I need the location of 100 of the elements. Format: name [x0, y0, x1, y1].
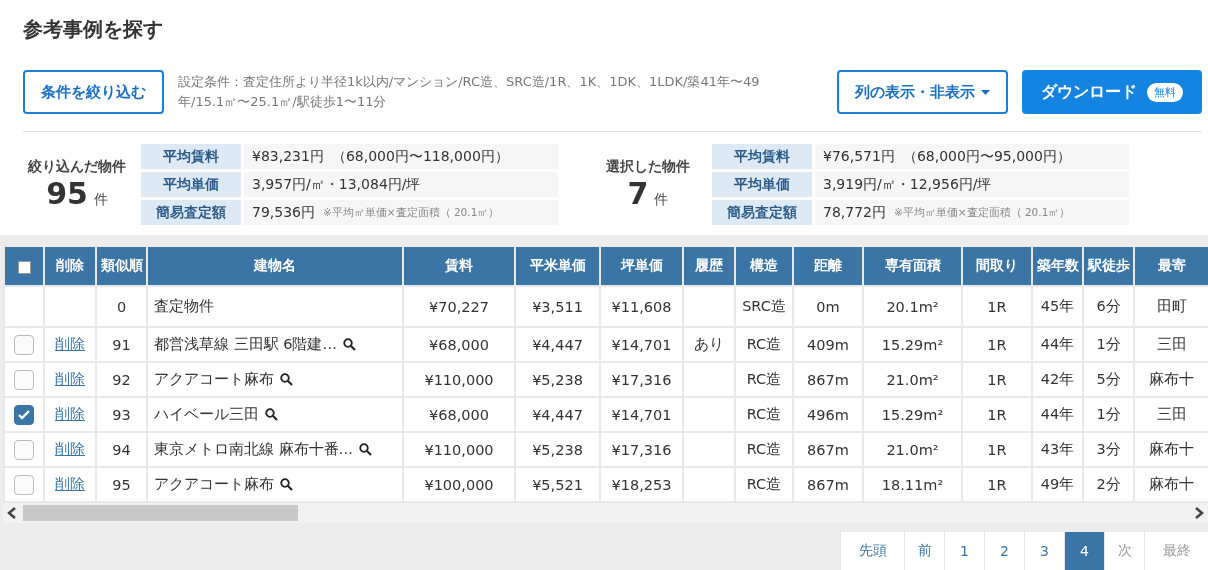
- search-icon[interactable]: [359, 443, 373, 456]
- summary-count: 7: [627, 176, 649, 211]
- table-cell: ¥5,238: [515, 362, 600, 397]
- table-cell: 1R: [962, 362, 1032, 397]
- building-name: アクアコート麻布: [154, 475, 274, 494]
- stat-note: ※平均㎡単価×査定面積（ 20.1㎡）: [323, 205, 500, 220]
- page-button[interactable]: 1: [944, 532, 984, 570]
- table-cell: 92: [96, 362, 147, 397]
- column-header: 間取り: [962, 247, 1032, 286]
- table-cell: 15.29m²: [863, 397, 962, 432]
- table-cell: ¥11,608: [600, 286, 683, 327]
- table-cell: 44年: [1032, 397, 1083, 432]
- building-name: アクアコート麻布: [154, 370, 274, 389]
- page-button[interactable]: 3: [1024, 532, 1064, 570]
- building-name: 査定物件: [154, 297, 214, 316]
- table-cell: 5分: [1083, 362, 1134, 397]
- table-cell: RC造: [735, 327, 793, 362]
- checkbox[interactable]: [14, 404, 34, 425]
- stat-value: ¥83,231円: [252, 147, 324, 166]
- table-cell: 94: [96, 432, 147, 467]
- summary-label: 絞り込んだ物件: [28, 158, 126, 176]
- table-cell: ¥17,316: [600, 362, 683, 397]
- column-header: 専有面積: [863, 247, 962, 286]
- table-cell: RC造: [735, 432, 793, 467]
- column-header: 構造: [735, 247, 793, 286]
- table-cell: 1R: [962, 286, 1032, 327]
- stat-note: ※平均㎡単価×査定面積（ 20.1㎡）: [894, 205, 1071, 220]
- table-cell: 1分: [1083, 327, 1134, 362]
- building-name: 東京メトロ南北線 麻布十番…: [154, 440, 354, 459]
- scroll-left-icon[interactable]: [7, 507, 17, 519]
- search-icon[interactable]: [280, 478, 293, 491]
- checkbox[interactable]: [14, 474, 34, 495]
- table-cell: SRC造: [735, 286, 793, 327]
- table-cell: 0: [96, 286, 147, 327]
- column-header: 削除: [44, 247, 96, 286]
- table-cell: 44年: [1032, 327, 1083, 362]
- stat-value: 3,957円/㎡・13,084円/坪: [252, 175, 421, 194]
- column-header: 類似順: [96, 247, 147, 286]
- checkbox[interactable]: [14, 334, 34, 355]
- stat-value: 78,772円: [823, 203, 886, 222]
- page-button[interactable]: 2: [984, 532, 1024, 570]
- caret-icon: [981, 89, 990, 95]
- scroll-right-icon[interactable]: [1194, 507, 1204, 519]
- checkmark-icon: [18, 409, 30, 420]
- page-button[interactable]: 4: [1064, 532, 1104, 570]
- stat-label: 平均単価: [712, 172, 812, 197]
- stat-label: 平均単価: [141, 172, 241, 197]
- table-cell: ¥68,000: [403, 397, 515, 432]
- table-cell: 93: [96, 397, 147, 432]
- table-cell: あり: [683, 327, 735, 362]
- filter-conditions: 設定条件：査定住所より半径1k以内/マンション/RC造、SRC造/1R、1K、1DK、1LDK/築41年〜49年/15.1㎡〜25.1㎡/駅徒歩1〜11分: [178, 73, 761, 111]
- column-header: 距離: [793, 247, 863, 286]
- table-cell: 42年: [1032, 362, 1083, 397]
- select-all-checkbox[interactable]: [17, 260, 31, 274]
- page-button[interactable]: 前: [904, 532, 944, 570]
- column-header: 平米単価: [515, 247, 600, 286]
- search-icon[interactable]: [280, 373, 293, 386]
- building-name: ハイベール三田: [154, 405, 259, 424]
- table-cell: 43年: [1032, 432, 1083, 467]
- search-icon[interactable]: [342, 338, 356, 351]
- page-button[interactable]: 先頭: [840, 532, 904, 570]
- scrollbar-thumb[interactable]: [23, 505, 298, 521]
- page-title: 参考事例を探す: [23, 16, 164, 43]
- table-cell: ¥3,511: [515, 286, 600, 327]
- count-unit: 件: [654, 191, 669, 209]
- table-cell: 496m: [793, 397, 863, 432]
- table-cell: 0m: [793, 286, 863, 327]
- table-cell: 3分: [1083, 432, 1134, 467]
- summary-label: 選択した物件: [606, 158, 690, 176]
- column-header: 駅徒歩: [1083, 247, 1134, 286]
- free-badge: 無料: [1147, 82, 1183, 102]
- table-cell: ¥68,000: [403, 327, 515, 362]
- table-cell: 867m: [793, 432, 863, 467]
- table-cell: 409m: [793, 327, 863, 362]
- table-cell: 1R: [962, 432, 1032, 467]
- table-cell: ¥4,447: [515, 397, 600, 432]
- stat-value: 79,536円: [252, 203, 315, 222]
- table-cell: 21.0m²: [863, 432, 962, 467]
- table-cell: 6分: [1083, 286, 1134, 327]
- filter-button[interactable]: 条件を絞り込む: [23, 70, 164, 114]
- checkbox[interactable]: [14, 439, 34, 460]
- stat-label: 平均賃料: [712, 144, 812, 169]
- table-cell: ¥17,316: [600, 432, 683, 467]
- stat-label: 平均賃料: [141, 144, 241, 169]
- table-cell: 45年: [1032, 286, 1083, 327]
- count-unit: 件: [93, 191, 108, 209]
- table-cell: ¥5,238: [515, 432, 600, 467]
- checkbox[interactable]: [14, 369, 34, 390]
- table-cell: ¥110,000: [403, 432, 515, 467]
- stat-label: 簡易査定額: [712, 200, 812, 225]
- column-header: 賃料: [403, 247, 515, 286]
- table-cell: ¥14,701: [600, 397, 683, 432]
- table-cell: ¥70,227: [403, 286, 515, 327]
- building-name: 都営浅草線 三田駅 6階建…: [154, 335, 337, 354]
- search-icon[interactable]: [265, 408, 278, 421]
- column-header: 建物名: [147, 247, 403, 286]
- column-header: 最寄: [1134, 247, 1208, 286]
- stat-range: （68,000円〜95,000円）: [902, 147, 1071, 166]
- column-toggle-button[interactable]: 列の表示・非表示: [837, 70, 1008, 114]
- download-button[interactable]: ダウンロード 無料: [1022, 70, 1202, 114]
